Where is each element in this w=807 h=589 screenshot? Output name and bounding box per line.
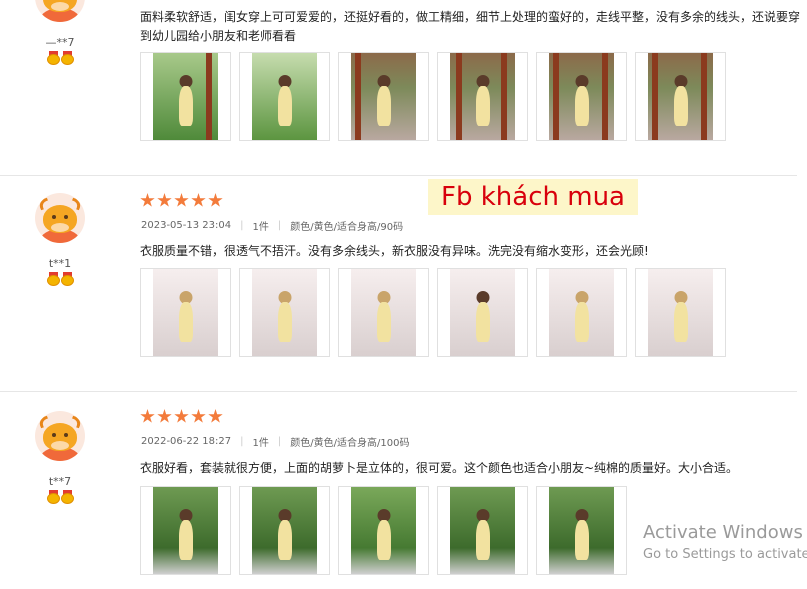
avatar[interactable] [35, 0, 85, 22]
review-meta: 2023-05-13 23:04 | 1件 | 颜色/黄色/适合身高/90码 [141, 218, 403, 233]
review-comment: 衣服质量不错，很透气不捂汗。没有多余线头，新衣服没有异味。洗完没有缩水变形，还会… [140, 244, 649, 258]
star-icon [157, 409, 172, 423]
review-quantity: 1件 [252, 438, 269, 449]
member-badges [28, 490, 92, 504]
review-photo[interactable] [338, 268, 429, 357]
reviewer-info: t**7 [28, 411, 92, 504]
rating-stars [140, 193, 223, 208]
review-photos [140, 52, 726, 141]
review-photos [140, 486, 627, 575]
review-meta: 2022-06-22 18:27 | 1件 | 颜色/黄色/适合身高/100码 [141, 434, 409, 449]
medal-icon [46, 490, 60, 504]
review-photo[interactable] [239, 486, 330, 575]
meta-separator: | [240, 220, 244, 231]
reviewer-name: t**7 [48, 475, 72, 488]
review-date: 2022-06-22 18:27 [141, 436, 232, 447]
watermark-title: Activate Windows [643, 522, 803, 543]
star-icon [191, 193, 206, 207]
star-icon [208, 409, 223, 423]
review-photo[interactable] [239, 52, 330, 141]
review-photo[interactable] [437, 486, 528, 575]
star-icon [140, 193, 155, 207]
avatar[interactable] [35, 411, 85, 461]
review-variant: 颜色/黄色/适合身高/90码 [290, 222, 404, 233]
star-icon [208, 193, 223, 207]
meta-separator: | [277, 220, 282, 231]
review-photo[interactable] [338, 52, 429, 141]
avatar[interactable] [35, 193, 85, 243]
review-photo[interactable] [635, 268, 726, 357]
star-icon [157, 193, 172, 207]
review-photo[interactable] [437, 268, 528, 357]
member-badges [28, 272, 92, 286]
rating-stars [140, 409, 223, 424]
review-comment: 衣服好看，套装就很方便，上面的胡萝卜是立体的，很可爱。这个颜色也适合小朋友~纯棉… [140, 461, 739, 475]
activation-watermark: Activate Windows Go to Settings to activ… [643, 522, 807, 562]
medal-icon [60, 490, 74, 504]
review-photo[interactable] [536, 52, 627, 141]
medal-icon [46, 51, 60, 65]
star-icon [191, 409, 206, 423]
meta-separator: | [277, 436, 282, 447]
review-photo[interactable] [536, 486, 627, 575]
watermark-subtitle: Go to Settings to activate [643, 547, 807, 562]
review-photo[interactable] [140, 268, 231, 357]
medal-icon [46, 272, 60, 286]
review-photo[interactable] [239, 268, 330, 357]
star-icon [140, 409, 155, 423]
reviewer-info: —**7 [28, 0, 92, 65]
reviewer-name: t**1 [48, 257, 72, 270]
review-photo[interactable] [536, 268, 627, 357]
overlay-caption: Fb khách mua [428, 179, 638, 215]
star-icon [174, 193, 189, 207]
review-quantity: 1件 [252, 222, 269, 233]
medal-icon [60, 51, 74, 65]
review-photo[interactable] [140, 486, 231, 575]
reviewer-name: —**7 [45, 36, 75, 49]
review-photo[interactable] [338, 486, 429, 575]
medal-icon [60, 272, 74, 286]
review-photo[interactable] [635, 52, 726, 141]
reviewer-info: t**1 [28, 193, 92, 286]
review-photo[interactable] [140, 52, 231, 141]
review-photo[interactable] [437, 52, 528, 141]
member-badges [28, 51, 92, 65]
review-variant: 颜色/黄色/适合身高/100码 [290, 438, 410, 449]
review-photos [140, 268, 726, 357]
meta-separator: | [240, 436, 244, 447]
review-comment: 面料柔软舒适，闺女穿上可可爱爱的，还挺好看的，做工精细，细节上处理的蛮好的，走线… [140, 10, 801, 43]
review-divider [0, 391, 797, 392]
review-divider [0, 175, 797, 176]
star-icon [174, 409, 189, 423]
review-date: 2023-05-13 23:04 [141, 220, 232, 231]
